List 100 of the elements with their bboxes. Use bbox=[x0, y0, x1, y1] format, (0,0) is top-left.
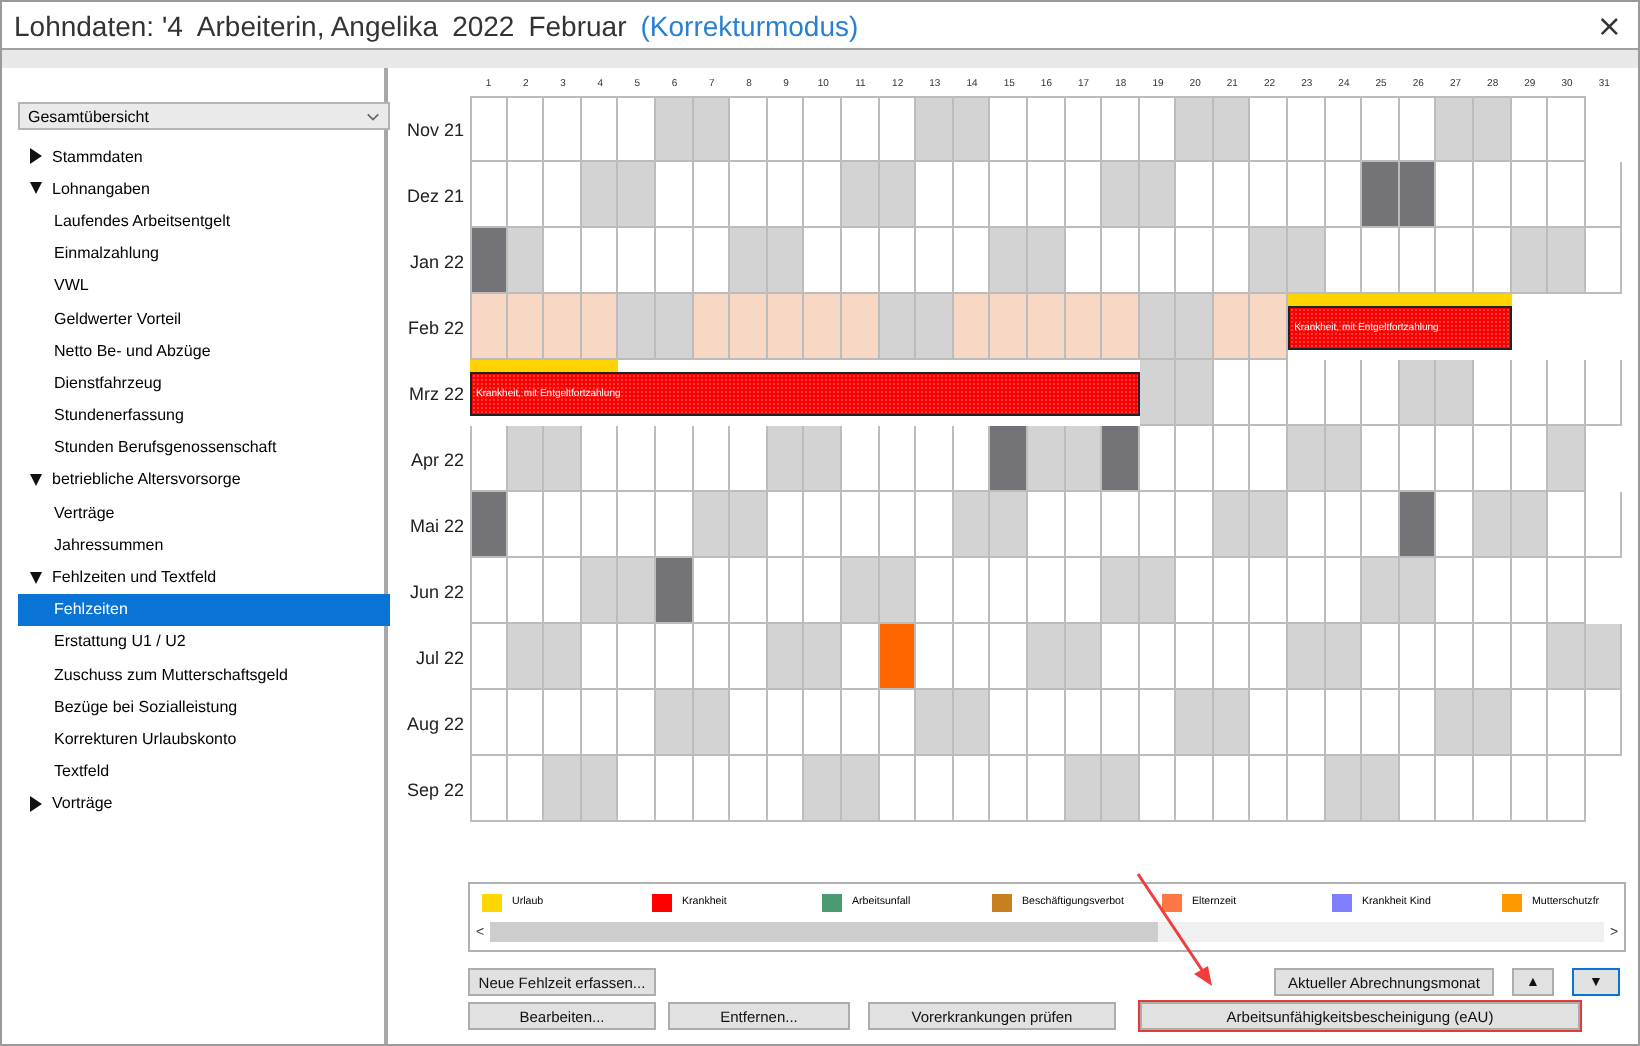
day-cell[interactable] bbox=[507, 426, 545, 492]
collapsed-triangle-icon[interactable] bbox=[30, 148, 42, 165]
day-cell[interactable] bbox=[804, 162, 842, 228]
dropdown-field[interactable]: Gesamtübersicht bbox=[18, 102, 390, 130]
day-cell[interactable] bbox=[767, 228, 805, 294]
day-cell[interactable] bbox=[1176, 96, 1214, 162]
day-cell[interactable] bbox=[1399, 162, 1437, 228]
day-cell[interactable] bbox=[916, 162, 954, 228]
day-cell[interactable] bbox=[730, 690, 768, 756]
day-cell[interactable] bbox=[1474, 96, 1512, 162]
day-cell[interactable] bbox=[1325, 96, 1363, 162]
day-cell[interactable] bbox=[1102, 96, 1140, 162]
day-cell[interactable] bbox=[953, 228, 991, 294]
day-cell[interactable] bbox=[1176, 756, 1214, 822]
day-cell[interactable] bbox=[470, 624, 508, 690]
day-cell[interactable] bbox=[581, 294, 619, 360]
day-cell[interactable] bbox=[767, 690, 805, 756]
day-cell[interactable] bbox=[1511, 492, 1549, 558]
tree-item[interactable]: Laufendes Arbeitsentgelt bbox=[18, 204, 390, 238]
day-cell[interactable] bbox=[953, 426, 991, 492]
tree-item[interactable]: Dienstfahrzeug bbox=[18, 366, 390, 399]
day-cell[interactable] bbox=[1065, 558, 1103, 624]
day-cell[interactable] bbox=[1102, 426, 1140, 492]
day-cell[interactable] bbox=[1474, 624, 1512, 690]
day-cell[interactable] bbox=[1027, 96, 1065, 162]
day-cell[interactable] bbox=[693, 624, 731, 690]
day-cell[interactable] bbox=[767, 624, 805, 690]
day-cell[interactable] bbox=[953, 294, 991, 360]
day-cell[interactable] bbox=[1362, 690, 1400, 756]
day-cell[interactable] bbox=[1288, 756, 1326, 822]
day-cell[interactable] bbox=[618, 426, 656, 492]
day-cell[interactable] bbox=[655, 558, 694, 624]
day-cell[interactable] bbox=[1399, 360, 1437, 426]
day-cell[interactable] bbox=[1139, 360, 1177, 426]
day-cell[interactable] bbox=[841, 162, 880, 228]
day-cell[interactable] bbox=[1474, 360, 1512, 426]
day-cell[interactable] bbox=[1065, 756, 1103, 822]
day-cell[interactable] bbox=[1362, 426, 1400, 492]
day-cell[interactable] bbox=[618, 96, 656, 162]
day-cell[interactable] bbox=[916, 426, 954, 492]
day-cell[interactable] bbox=[507, 96, 545, 162]
day-cell[interactable] bbox=[693, 558, 731, 624]
day-cell[interactable] bbox=[693, 162, 731, 228]
day-cell[interactable] bbox=[1511, 756, 1549, 822]
day-cell[interactable] bbox=[470, 228, 508, 294]
day-cell[interactable] bbox=[1511, 558, 1549, 624]
day-cell[interactable] bbox=[1213, 228, 1251, 294]
day-cell[interactable] bbox=[1250, 558, 1289, 624]
day-cell[interactable] bbox=[1102, 558, 1140, 624]
day-cell[interactable] bbox=[841, 690, 880, 756]
day-cell[interactable] bbox=[767, 492, 805, 558]
day-cell[interactable] bbox=[990, 624, 1028, 690]
day-cell[interactable] bbox=[1474, 426, 1512, 492]
day-cell[interactable] bbox=[693, 228, 731, 294]
day-cell[interactable] bbox=[1436, 96, 1475, 162]
day-cell[interactable] bbox=[1139, 426, 1177, 492]
day-cell[interactable] bbox=[1399, 756, 1437, 822]
day-cell[interactable] bbox=[916, 756, 954, 822]
day-cell[interactable] bbox=[1139, 756, 1177, 822]
day-cell[interactable] bbox=[618, 228, 656, 294]
day-cell[interactable] bbox=[1102, 294, 1140, 360]
day-cell[interactable] bbox=[841, 756, 880, 822]
day-cell[interactable] bbox=[1176, 294, 1214, 360]
day-cell[interactable] bbox=[990, 690, 1028, 756]
day-cell[interactable] bbox=[1139, 558, 1177, 624]
day-cell[interactable] bbox=[1065, 162, 1103, 228]
day-cell[interactable] bbox=[1548, 162, 1586, 228]
day-cell[interactable] bbox=[544, 624, 582, 690]
day-cell[interactable] bbox=[1399, 492, 1437, 558]
day-cell[interactable] bbox=[953, 690, 991, 756]
day-cell[interactable] bbox=[507, 294, 545, 360]
day-cell[interactable] bbox=[1139, 294, 1177, 360]
day-cell[interactable] bbox=[544, 690, 582, 756]
day-cell[interactable] bbox=[1511, 690, 1549, 756]
day-cell[interactable] bbox=[1436, 228, 1475, 294]
day-cell[interactable] bbox=[1176, 360, 1214, 426]
day-cell[interactable] bbox=[544, 756, 582, 822]
day-cell[interactable] bbox=[1548, 756, 1586, 822]
day-cell[interactable] bbox=[730, 426, 768, 492]
day-cell[interactable] bbox=[618, 756, 656, 822]
day-cell[interactable] bbox=[1325, 690, 1363, 756]
day-cell[interactable] bbox=[841, 294, 880, 360]
day-cell[interactable] bbox=[1362, 96, 1400, 162]
day-cell[interactable] bbox=[1362, 162, 1400, 228]
day-cell[interactable] bbox=[953, 162, 991, 228]
day-cell[interactable] bbox=[470, 558, 508, 624]
day-cell[interactable] bbox=[1139, 162, 1177, 228]
day-cell[interactable] bbox=[1065, 96, 1103, 162]
tree-item[interactable]: Stundenerfassung bbox=[18, 399, 390, 432]
day-cell[interactable] bbox=[916, 96, 954, 162]
day-cell[interactable] bbox=[1213, 690, 1251, 756]
day-cell[interactable] bbox=[1436, 558, 1475, 624]
day-cell[interactable] bbox=[990, 294, 1028, 360]
day-cell[interactable] bbox=[655, 492, 694, 558]
day-cell[interactable] bbox=[1288, 492, 1326, 558]
day-cell[interactable] bbox=[581, 624, 619, 690]
day-cell[interactable] bbox=[1399, 690, 1437, 756]
day-cell[interactable] bbox=[1176, 624, 1214, 690]
day-cell[interactable] bbox=[1399, 624, 1437, 690]
day-cell[interactable] bbox=[1511, 426, 1549, 492]
